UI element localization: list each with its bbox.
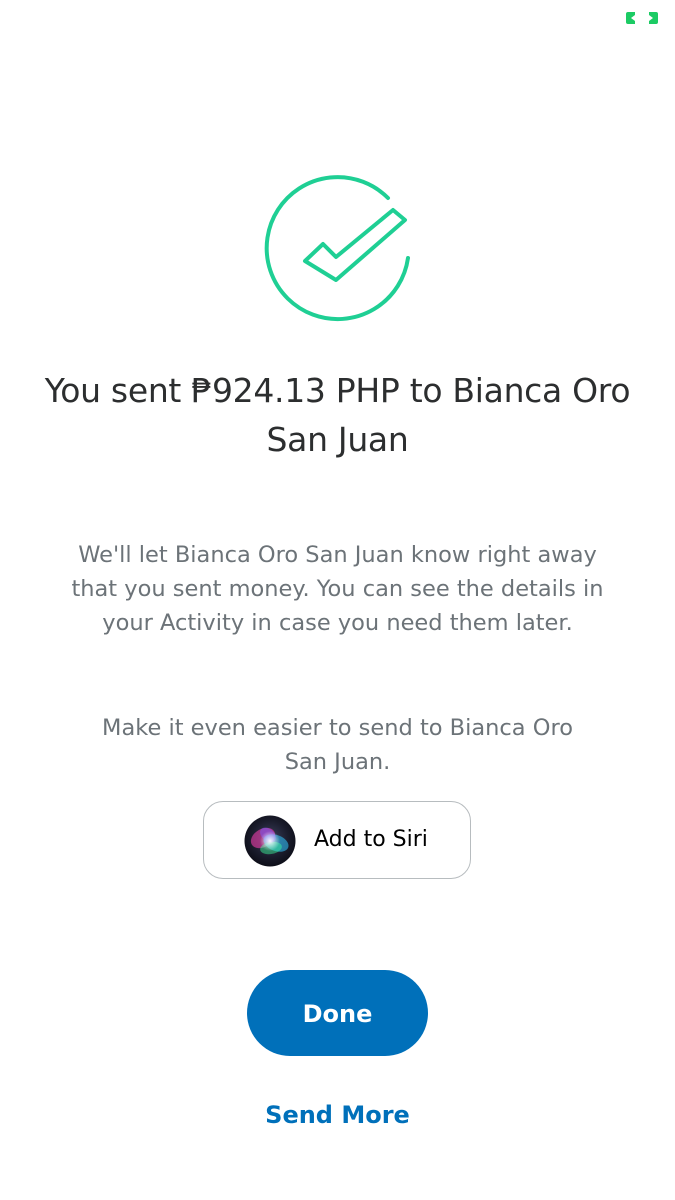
send-more-link[interactable]: Send More [200, 1094, 475, 1136]
siri-icon [244, 815, 296, 867]
payment-confirmation-screen: You sent ₱924.13 PHP to Bianca Oro San J… [0, 0, 675, 1200]
add-to-siri-label: Add to Siri [314, 827, 428, 852]
confirmation-headline: You sent ₱924.13 PHP to Bianca Oro San J… [44, 371, 631, 459]
checkmark-circle-icon [264, 175, 410, 322]
siri-prompt-text: Make it even easier to send to Bianca Or… [102, 715, 573, 775]
done-button[interactable]: Done [247, 970, 428, 1056]
add-to-siri-button[interactable]: Add to Siri [203, 801, 471, 879]
camera-indicator-icon [626, 12, 658, 24]
confirmation-message: We'll let Bianca Oro San Juan know right… [71, 542, 604, 636]
